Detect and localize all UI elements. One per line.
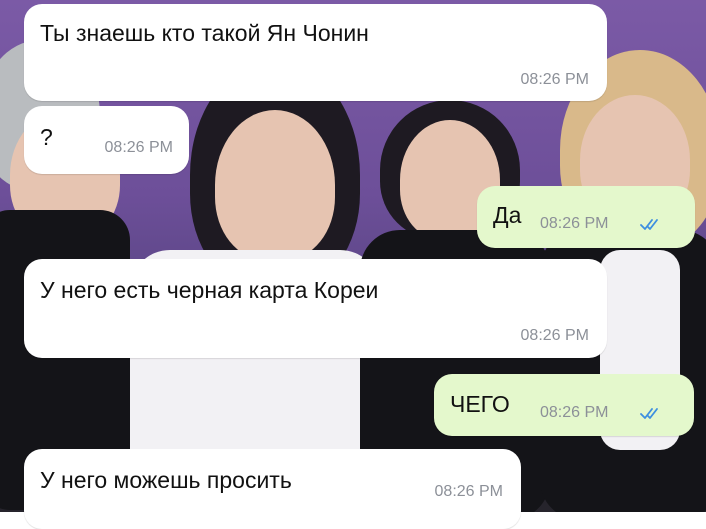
message-timestamp: 08:26 PM [434,483,503,500]
message-timestamp: 08:26 PM [104,139,173,156]
incoming-message-bubble[interactable]: У него есть черная карта Кореи 08:26 PM [24,259,607,358]
message-text: Да [493,202,522,228]
double-check-read-icon [640,408,658,419]
message-timestamp: 08:26 PM [540,215,609,232]
incoming-message-bubble[interactable]: У него можешь просить 08:26 PM [24,449,521,529]
incoming-message-bubble[interactable]: ? 08:26 PM [24,106,189,174]
outgoing-message-bubble[interactable]: Да 08:26 PM [477,186,695,248]
message-text: ЧЕГО [450,391,510,417]
message-text: ? [40,124,53,150]
message-timestamp: 08:26 PM [520,327,589,344]
message-text: У него можешь просить [40,467,292,493]
double-check-read-icon [640,219,658,230]
message-timestamp: 08:26 PM [520,71,589,88]
message-timestamp: 08:26 PM [540,404,609,421]
incoming-message-bubble[interactable]: Ты знаешь кто такой Ян Чонин 08:26 PM [24,4,607,101]
outgoing-message-bubble[interactable]: ЧЕГО 08:26 PM [434,374,694,436]
message-text: Ты знаешь кто такой Ян Чонин [40,20,369,46]
message-text: У него есть черная карта Кореи [40,277,379,303]
